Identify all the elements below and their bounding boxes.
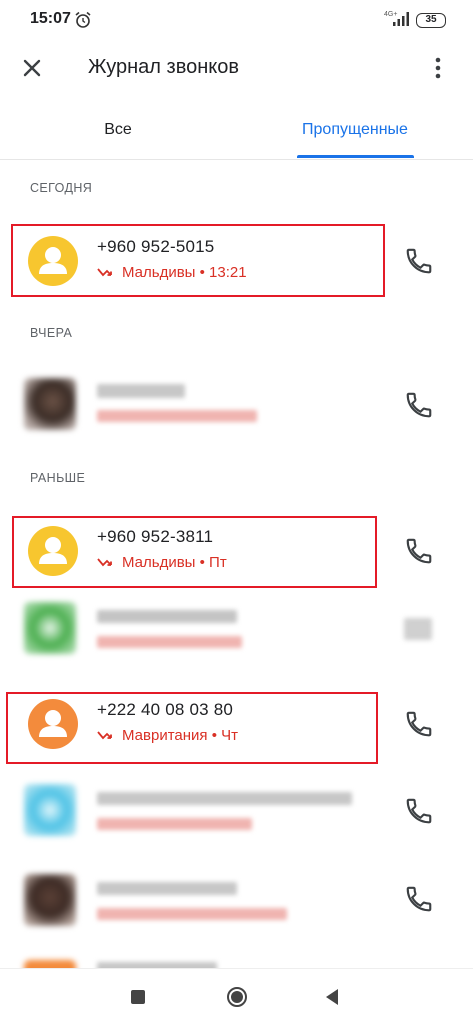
blurred-name [97,792,352,805]
phone-icon[interactable] [404,884,434,914]
app-toolbar: Журнал звонков [0,40,473,96]
phone-icon[interactable] [404,536,434,566]
section-header-earlier: РАНЬШЕ [30,471,86,485]
call-row-blurred[interactable] [0,590,473,666]
blurred-detail [97,818,252,830]
blurred-name [97,384,185,398]
avatar-blurred [24,960,76,968]
avatar-blurred [24,602,76,654]
tab-indicator [297,155,414,158]
call-row-blurred[interactable] [0,860,473,936]
highlight-box [6,692,378,764]
section-header-today: СЕГОДНЯ [30,181,93,195]
tab-bar: Все Пропущенные [0,96,473,160]
tab-missed[interactable]: Пропущенные [237,96,473,160]
blurred-call-icon [404,618,432,640]
alarm-icon [75,11,91,28]
phone-icon[interactable] [404,246,434,276]
blurred-detail [97,908,287,920]
system-nav-bar [0,968,473,1025]
blurred-name [97,610,237,623]
close-icon[interactable] [18,54,46,82]
call-row-blurred[interactable] [0,366,473,442]
highlight-box [12,516,377,588]
recent-apps-icon[interactable] [131,990,145,1004]
page-title: Журнал звонков [88,56,239,78]
blurred-detail [97,410,257,422]
phone-icon[interactable] [404,390,434,420]
avatar-blurred [24,378,76,430]
signal-icon [393,12,409,26]
blurred-detail [97,636,242,648]
battery-icon: 35 [416,13,446,28]
section-header-yesterday: ВЧЕРА [30,326,73,340]
home-icon[interactable] [226,986,248,1008]
call-row-blurred[interactable] [0,770,473,846]
tab-all[interactable]: Все [0,96,236,160]
status-bar: 15:07 4G+ 35 [0,0,473,40]
highlight-box [11,224,385,297]
call-row-blurred[interactable] [0,950,473,968]
phone-icon[interactable] [404,709,434,739]
more-vert-icon[interactable] [426,54,450,82]
avatar-blurred [24,784,76,836]
status-time: 15:07 [30,10,71,27]
avatar-blurred [24,874,76,926]
phone-icon[interactable] [404,796,434,826]
back-icon[interactable] [322,987,342,1007]
blurred-name [97,882,237,895]
